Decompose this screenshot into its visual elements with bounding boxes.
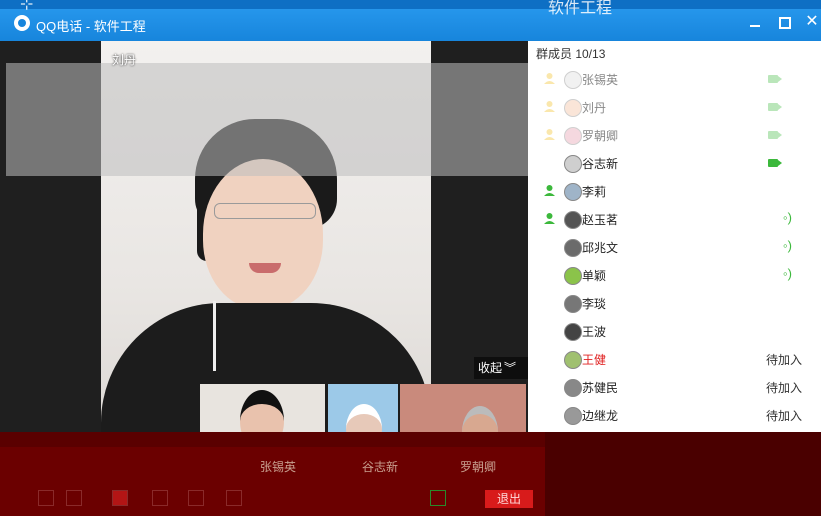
- avatar: [564, 127, 582, 145]
- user-admin-icon: [544, 73, 555, 84]
- member-row[interactable]: 李莉: [528, 177, 821, 205]
- member-row[interactable]: 边继龙 待加入: [528, 401, 821, 429]
- background-window-strip: [0, 0, 821, 9]
- background-window-title: 软件工程: [548, 0, 613, 17]
- avatar: [564, 407, 582, 425]
- signal-icon: [430, 490, 446, 506]
- video-overlay-band: [6, 63, 528, 176]
- avatar: [564, 239, 582, 257]
- user-admin-icon: [544, 213, 555, 224]
- video-person-mouth: [249, 263, 281, 273]
- member-row[interactable]: 刘丹: [528, 93, 821, 121]
- title-bar: ⊹ 软件工程 QQ电话 - 软件工程 ✕: [0, 0, 821, 41]
- pending-status: 待加入: [766, 353, 803, 367]
- avatar: [564, 351, 582, 369]
- thumbnail-name-label: 张锡英: [260, 460, 297, 474]
- video-person-glasses: [214, 203, 316, 219]
- avatar: [564, 71, 582, 89]
- member-row[interactable]: 李琰: [528, 289, 821, 317]
- speaker-icon: ◦): [783, 238, 792, 253]
- video-person-earbud: [213, 301, 216, 371]
- video-stage: 刘丹 收起 ︾: [0, 41, 528, 447]
- maximize-button[interactable]: [776, 14, 792, 30]
- avatar: [564, 379, 582, 397]
- member-row[interactable]: 单颖 ◦): [528, 261, 821, 289]
- speaker-icon: ◦): [783, 266, 792, 281]
- avatar: [564, 295, 582, 313]
- member-list-panel: 群成员 10/13 张锡英 刘丹 罗朝卿 谷志新 李莉 赵玉茗 ◦) 邱兆文 ◦…: [528, 41, 821, 432]
- member-name: 单颖: [582, 269, 607, 283]
- member-name: 王波: [582, 325, 607, 339]
- collapse-label: 收起: [478, 361, 503, 375]
- volume-icon[interactable]: [66, 490, 82, 506]
- chat-icon[interactable]: [188, 490, 204, 506]
- member-row[interactable]: 王健 待加入: [528, 345, 821, 373]
- member-row[interactable]: 苏健民 待加入: [528, 373, 821, 401]
- double-chevron-down-icon: ︾: [504, 361, 517, 375]
- speaker-icon: ◦): [783, 210, 792, 225]
- window-title: QQ电话 - 软件工程: [36, 19, 146, 34]
- thumbnail-name-label: 罗朝卿: [460, 460, 497, 474]
- member-name: 刘丹: [582, 101, 607, 115]
- camera-toggle-icon[interactable]: [112, 490, 128, 506]
- member-count-header: 群成员 10/13: [536, 47, 606, 61]
- background-window-icon: ⊹: [20, 0, 34, 13]
- member-row[interactable]: 邱兆文 ◦): [528, 233, 821, 261]
- member-name: 边继龙: [582, 409, 619, 423]
- user-admin-icon: [544, 129, 555, 140]
- member-name: 谷志新: [582, 157, 619, 171]
- camera-icon: [768, 131, 782, 139]
- member-row[interactable]: 张锡英: [528, 65, 821, 93]
- avatar: [564, 211, 582, 229]
- video-person-face: [203, 159, 323, 309]
- avatar: [564, 323, 582, 341]
- avatar: [564, 183, 582, 201]
- call-control-bar: 张锡英 谷志新 罗朝卿 退出: [0, 432, 821, 516]
- member-name: 李琰: [582, 297, 607, 311]
- minimize-button[interactable]: [747, 14, 763, 30]
- member-row[interactable]: 赵玉茗 ◦): [528, 205, 821, 233]
- main-video-label: 刘丹: [112, 53, 137, 67]
- camera-icon: [768, 159, 782, 167]
- user-admin-icon: [544, 185, 555, 196]
- member-row[interactable]: 罗朝卿: [528, 121, 821, 149]
- microphone-icon[interactable]: [38, 490, 54, 506]
- avatar: [564, 99, 582, 117]
- member-name: 赵玉茗: [582, 213, 619, 227]
- avatar: [564, 155, 582, 173]
- member-name: 苏健民: [582, 381, 619, 395]
- member-name: 张锡英: [582, 73, 619, 87]
- camera-icon: [768, 75, 782, 83]
- member-name: 罗朝卿: [582, 129, 619, 143]
- member-name: 王健: [582, 353, 607, 367]
- user-admin-icon: [544, 101, 555, 112]
- member-name: 李莉: [582, 185, 607, 199]
- exit-call-button[interactable]: 退出: [485, 490, 533, 508]
- pending-status: 待加入: [766, 409, 803, 423]
- screen-share-icon[interactable]: [152, 490, 168, 506]
- close-button[interactable]: ✕: [804, 14, 820, 30]
- control-band-right: [545, 432, 821, 516]
- collapse-button[interactable]: 收起 ︾: [474, 357, 528, 379]
- fullscreen-icon[interactable]: [226, 490, 242, 506]
- member-row[interactable]: 王波: [528, 317, 821, 345]
- camera-icon: [768, 103, 782, 111]
- pending-status: 待加入: [766, 381, 803, 395]
- avatar: [564, 267, 582, 285]
- qq-phone-icon: [14, 15, 30, 31]
- thumbnail-name-label: 谷志新: [362, 460, 399, 474]
- member-row[interactable]: 谷志新: [528, 149, 821, 177]
- member-name: 邱兆文: [582, 241, 619, 255]
